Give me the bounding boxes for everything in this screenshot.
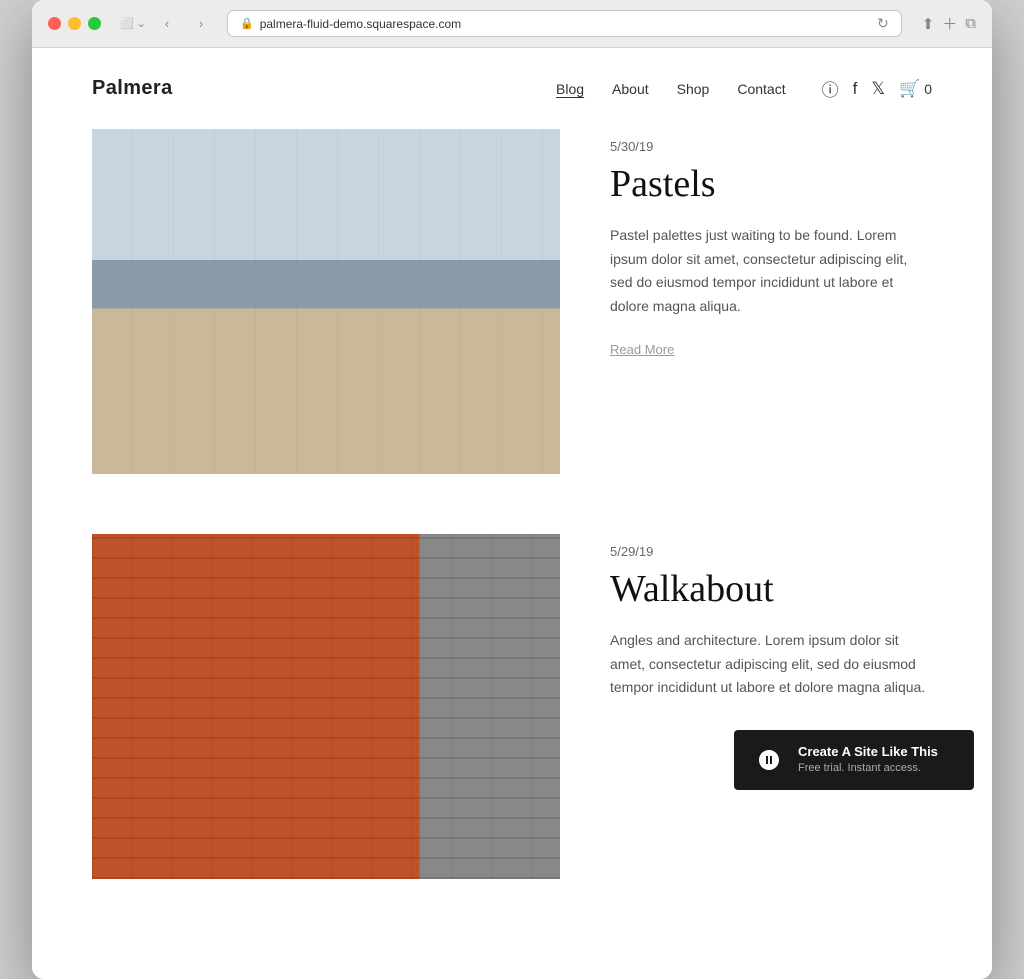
cart-icon: 🛒 — [899, 79, 920, 99]
instagram-icon[interactable]: ⓘ — [822, 76, 839, 101]
browser-controls: ⬜ ⌄ ‹ › — [119, 13, 215, 35]
browser-actions: ⬆ ＋ ⧉ — [922, 13, 976, 34]
squarespace-banner-text: Create A Site Like This Free trial. Inst… — [798, 744, 954, 776]
squarespace-logo — [754, 745, 784, 775]
squarespace-banner-title: Create A Site Like This — [798, 744, 954, 761]
post-date-pastels: 5/30/19 — [610, 139, 932, 154]
url-text: palmera-fluid-demo.squarespace.com — [260, 17, 461, 31]
sidebar-toggle-button[interactable]: ⬜ ⌄ — [119, 13, 147, 35]
reload-button[interactable]: ↻ — [877, 15, 889, 32]
nav-blog[interactable]: Blog — [556, 81, 584, 97]
website-content: Palmera Blog About Shop Contact ⓘ f 𝕏 🛒 … — [32, 48, 992, 979]
squarespace-banner[interactable]: Create A Site Like This Free trial. Inst… — [734, 730, 974, 790]
tabs-button[interactable]: ⧉ — [965, 15, 976, 32]
nav-links: Blog About Shop Contact ⓘ f 𝕏 🛒 0 — [556, 76, 932, 101]
blog-post-walkabout: 5/29/19 Walkabout Angles and architectur… — [92, 534, 932, 879]
nav-shop[interactable]: Shop — [677, 81, 710, 97]
back-button[interactable]: ‹ — [153, 13, 181, 35]
nav-contact[interactable]: Contact — [737, 81, 785, 97]
browser-window: ⬜ ⌄ ‹ › 🔒 palmera-fluid-demo.squarespace… — [32, 0, 992, 979]
squarespace-banner-subtitle: Free trial. Instant access. — [798, 761, 954, 776]
post-image-pastels[interactable] — [92, 129, 560, 474]
nav-icons: ⓘ f 𝕏 🛒 0 — [822, 76, 932, 101]
post-title-pastels[interactable]: Pastels — [610, 164, 932, 206]
post-meta-pastels: 5/30/19 Pastels Pastel palettes just wai… — [610, 129, 932, 359]
post-excerpt-walkabout: Angles and architecture. Lorem ipsum dol… — [610, 629, 932, 700]
post-meta-walkabout: 5/29/19 Walkabout Angles and architectur… — [610, 534, 932, 722]
cart-button[interactable]: 🛒 0 — [899, 79, 932, 99]
facebook-icon[interactable]: f — [853, 79, 858, 99]
cart-count: 0 — [924, 81, 932, 97]
post-date-walkabout: 5/29/19 — [610, 544, 932, 559]
url-bar[interactable]: 🔒 palmera-fluid-demo.squarespace.com ↻ — [227, 10, 902, 37]
share-button[interactable]: ⬆ — [922, 15, 935, 33]
blog-post-pastels: 5/30/19 Pastels Pastel palettes just wai… — [92, 129, 932, 474]
new-tab-button[interactable]: ＋ — [942, 13, 957, 34]
read-more-pastels[interactable]: Read More — [610, 342, 674, 357]
site-nav: Palmera Blog About Shop Contact ⓘ f 𝕏 🛒 … — [32, 48, 992, 129]
blog-content: 5/30/19 Pastels Pastel palettes just wai… — [32, 129, 992, 979]
twitter-icon[interactable]: 𝕏 — [871, 79, 885, 99]
minimize-button[interactable] — [68, 17, 81, 30]
close-button[interactable] — [48, 17, 61, 30]
post-image-walkabout[interactable] — [92, 534, 560, 879]
lock-icon: 🔒 — [240, 17, 254, 30]
post-title-walkabout[interactable]: Walkabout — [610, 569, 932, 611]
maximize-button[interactable] — [88, 17, 101, 30]
traffic-lights — [48, 17, 101, 30]
forward-button[interactable]: › — [187, 13, 215, 35]
nav-about[interactable]: About — [612, 81, 649, 97]
site-logo[interactable]: Palmera — [92, 77, 173, 100]
post-excerpt-pastels: Pastel palettes just waiting to be found… — [610, 224, 932, 319]
browser-chrome: ⬜ ⌄ ‹ › 🔒 palmera-fluid-demo.squarespace… — [32, 0, 992, 48]
